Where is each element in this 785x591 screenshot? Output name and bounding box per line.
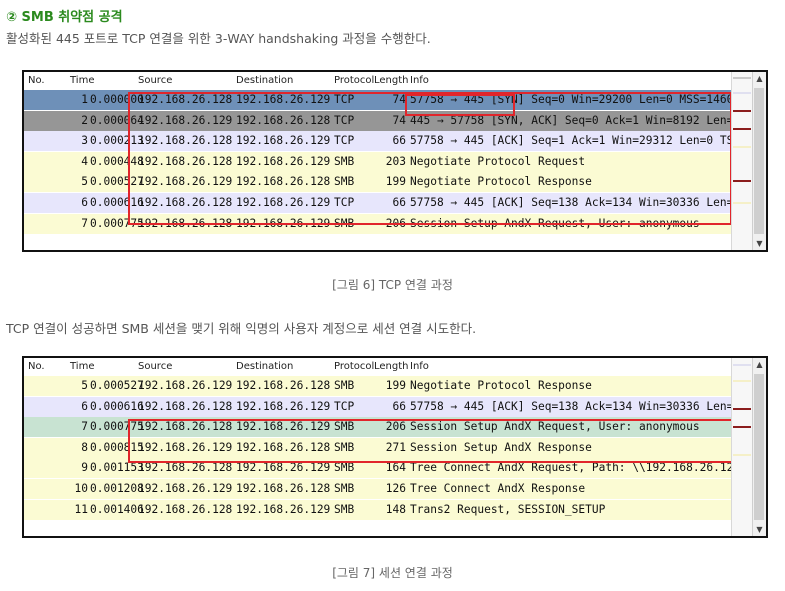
packet-no: 5 — [81, 379, 88, 392]
packet-row[interactable]: 10 0.001208 192.168.26.129 192.168.26.128 SM… — [24, 479, 754, 499]
packet-protocol: SMB — [334, 461, 355, 475]
packet-source: 192.168.26.129 — [138, 379, 233, 392]
packet-minimap[interactable] — [731, 72, 752, 250]
packet-list-1: No. Time Source Destination Protocol Len… — [22, 70, 768, 252]
packet-list-header: No. Time Source Destination Protocol Len… — [24, 72, 754, 91]
packet-no: 3 — [81, 134, 88, 148]
packet-destination: 192.168.26.128 — [236, 379, 331, 392]
col-protocol[interactable]: Protocol — [334, 361, 374, 372]
minimap-mark — [733, 202, 751, 204]
packet-info: Tree Connect AndX Request, Path: \\192.1… — [410, 461, 768, 475]
packet-length: 126 — [385, 482, 406, 495]
packet-length: 199 — [385, 379, 406, 392]
packet-no: 1 — [81, 93, 88, 106]
minimap-mark — [733, 180, 751, 182]
col-length[interactable]: Length — [374, 75, 409, 86]
minimap-mark — [733, 426, 751, 428]
packet-no: 5 — [81, 175, 88, 189]
col-protocol[interactable]: Protocol — [334, 75, 374, 86]
scrollbar-thumb[interactable] — [754, 374, 764, 520]
col-source[interactable]: Source — [138, 361, 172, 372]
col-length[interactable]: Length — [374, 361, 409, 372]
description-1: 활성화된 445 포트로 TCP 연결을 위한 3-WAY handshakin… — [6, 31, 431, 46]
packet-time: 0.000616 — [90, 399, 144, 413]
chevron-up-icon[interactable]: ▲ — [753, 74, 766, 83]
packet-protocol: TCP — [334, 399, 355, 413]
section-heading: ② SMB 취약점 공격 — [6, 10, 123, 25]
col-no[interactable]: No. — [28, 361, 45, 372]
col-source[interactable]: Source — [138, 75, 172, 86]
packet-protocol: SMB — [334, 502, 355, 516]
minimap-mark — [733, 110, 751, 112]
packet-length: 148 — [385, 502, 406, 516]
packet-no: 7 — [81, 216, 88, 230]
packet-no: 7 — [81, 420, 88, 434]
packet-source: 192.168.26.129 — [138, 482, 233, 495]
caption-1: [그림 6] TCP 연결 과정 — [332, 278, 453, 292]
packet-list-2: No. Time Source Destination Protocol Len… — [22, 356, 768, 538]
col-destination[interactable]: Destination — [236, 75, 293, 86]
packet-source: 192.168.26.128 — [138, 399, 233, 413]
minimap-mark — [733, 454, 751, 456]
packet-source: 192.168.26.128 — [138, 502, 233, 516]
highlight-box-syn — [405, 94, 515, 116]
packet-destination: 192.168.26.129 — [236, 502, 331, 516]
packet-no: 9 — [81, 461, 88, 475]
packet-row[interactable]: 5 0.000527 192.168.26.129 192.168.26.128 SMB… — [24, 376, 754, 396]
col-time[interactable]: Time — [70, 75, 94, 86]
packet-list-header: No. Time Source Destination Protocol Len… — [24, 358, 754, 377]
packet-protocol: SMB — [334, 379, 355, 392]
packet-time: 0.001153 — [90, 461, 144, 475]
packet-minimap[interactable] — [731, 358, 752, 536]
packet-info: 57758 → 445 [ACK] Seq=138 Ack=134 Win=30… — [410, 399, 768, 413]
packet-destination: 192.168.26.129 — [236, 399, 331, 413]
packet-row[interactable]: 6 0.000616 192.168.26.128 192.168.26.129 TCP… — [24, 396, 766, 417]
packet-length: 164 — [385, 461, 406, 475]
minimap-mark — [733, 92, 751, 94]
minimap-mark — [733, 146, 751, 148]
minimap-mark — [733, 77, 751, 79]
col-info[interactable]: Info — [410, 361, 429, 372]
col-no[interactable]: No. — [28, 75, 45, 86]
packet-length: 66 — [392, 399, 406, 413]
packet-no: 6 — [81, 399, 88, 413]
minimap-mark — [733, 128, 751, 130]
packet-source: 192.168.26.128 — [138, 461, 233, 475]
packet-no: 2 — [81, 113, 88, 127]
col-time[interactable]: Time — [70, 361, 94, 372]
packet-row[interactable]: 11 0.001406 192.168.26.128 192.168.26.129 SM… — [24, 499, 754, 520]
vertical-scrollbar[interactable]: ▲ ▼ — [752, 72, 766, 250]
packet-info: Trans2 Request, SESSION_SETUP — [410, 502, 606, 516]
packet-time: 0.001406 — [90, 502, 144, 516]
scrollbar-thumb[interactable] — [754, 88, 764, 234]
packet-info: Tree Connect AndX Response — [410, 482, 586, 495]
chevron-up-icon[interactable]: ▲ — [753, 360, 766, 369]
col-destination[interactable]: Destination — [236, 361, 293, 372]
packet-time: 0.000527 — [90, 379, 144, 392]
minimap-mark — [733, 408, 751, 410]
col-info[interactable]: Info — [410, 75, 429, 86]
packet-time: 0.001208 — [90, 482, 144, 495]
packet-no: 8 — [81, 440, 88, 454]
chevron-down-icon[interactable]: ▼ — [753, 525, 766, 534]
minimap-mark — [733, 364, 751, 366]
packet-destination: 192.168.26.129 — [236, 461, 331, 475]
caption-2: [그림 7] 세션 연결 과정 — [332, 566, 453, 580]
packet-destination: 192.168.26.128 — [236, 482, 331, 495]
highlight-box-session — [128, 419, 734, 463]
chevron-down-icon[interactable]: ▼ — [753, 239, 766, 248]
minimap-mark — [733, 380, 751, 382]
packet-no: 11 — [74, 502, 88, 516]
packet-no: 10 — [74, 482, 88, 495]
packet-info: Negotiate Protocol Response — [410, 379, 592, 392]
vertical-scrollbar[interactable]: ▲ ▼ — [752, 358, 766, 536]
packet-protocol: SMB — [334, 482, 355, 495]
packet-no: 4 — [81, 154, 88, 168]
packet-no: 6 — [81, 196, 88, 209]
description-2: TCP 연결이 성공하면 SMB 세션을 맺기 위해 익명의 사용자 계정으로 … — [6, 321, 477, 336]
